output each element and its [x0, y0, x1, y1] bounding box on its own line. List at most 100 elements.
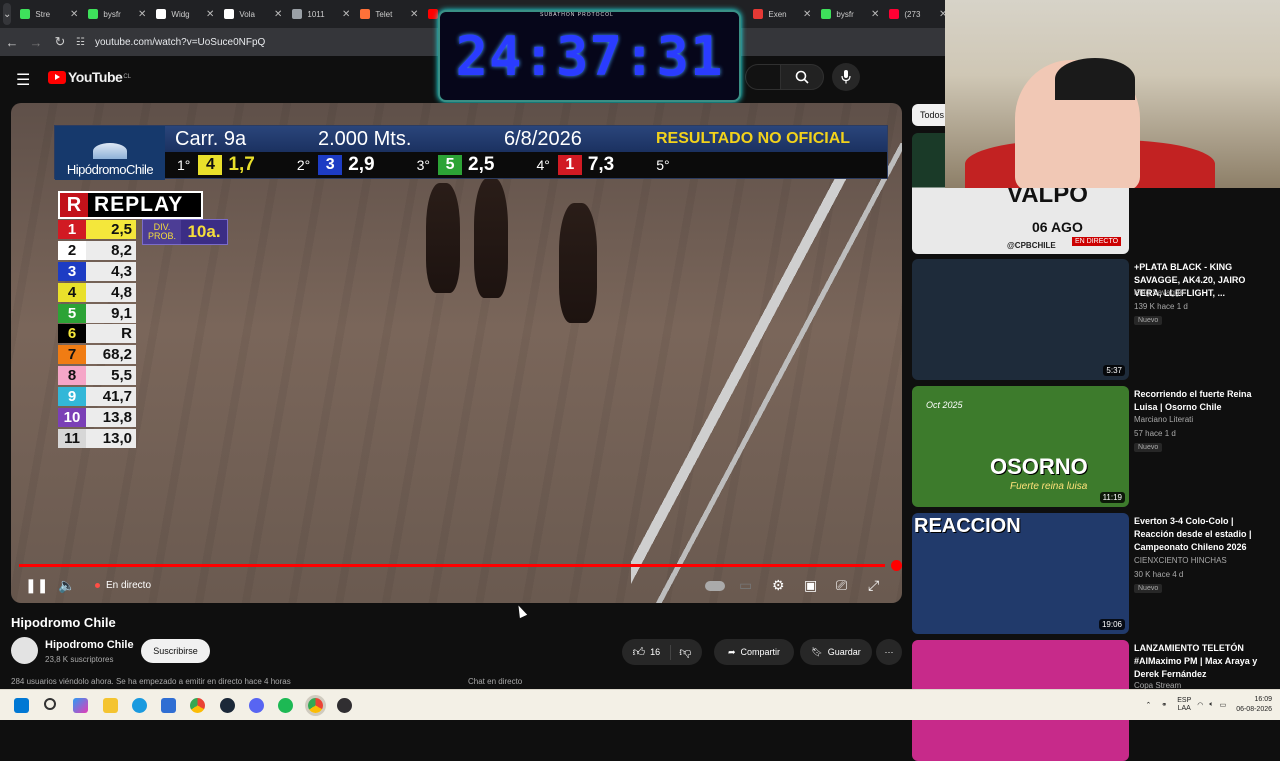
tab-close-icon[interactable]: ✕ — [138, 9, 146, 20]
tab-favicon-icon — [753, 9, 764, 19]
browser-tab[interactable]: Stre ✕ — [15, 0, 83, 28]
battery-icon[interactable]: ▭ — [1220, 701, 1227, 709]
file-explorer-icon[interactable] — [103, 698, 118, 713]
recommendation-item[interactable]: REACCION 19:06 Everton 3-4 Colo-Colo | Rea… — [912, 513, 1280, 634]
tab-close-icon[interactable]: ✕ — [274, 9, 282, 20]
div-prob-value: 10a. — [181, 220, 227, 244]
menu-icon[interactable]: ☰ — [16, 70, 30, 90]
bookmark-icon: 🔖︎ — [811, 646, 823, 657]
recommendation-item[interactable]: 5:37 +PLATA BLACK - KING SAVAGGE, AK4.20,… — [912, 259, 1280, 380]
spotify-icon[interactable] — [278, 698, 293, 713]
language-indicator[interactable]: ESP LAA — [1177, 697, 1191, 713]
browser-tab[interactable]: bysfr ✕ — [83, 0, 151, 28]
wifi-icon[interactable]: ◠ — [1197, 701, 1203, 709]
mouse-cursor — [514, 603, 528, 619]
tab-close-icon[interactable]: ✕ — [342, 9, 350, 20]
live-badge[interactable]: En directo — [95, 580, 151, 591]
url-field[interactable]: youtube.com/watch?v=UoSuce0NFpQ — [95, 37, 265, 48]
tab-close-icon[interactable]: ✕ — [871, 9, 879, 20]
chrome-icon[interactable] — [190, 698, 205, 713]
recommendation-title[interactable]: LANZAMIENTO TELETÓN #AlMaximo PM | Max A… — [1134, 642, 1274, 681]
discord-icon[interactable] — [249, 698, 264, 713]
browser-tab[interactable]: Vola ✕ — [219, 0, 287, 28]
store-icon[interactable] — [161, 698, 176, 713]
live-chat-label[interactable]: Chat en directo — [468, 677, 522, 686]
recommendation-channel[interactable]: King Savagge — [1134, 288, 1184, 297]
tab-favicon-icon — [224, 9, 235, 19]
pause-icon[interactable]: ❚❚ — [25, 577, 48, 594]
taskbar: ⌃ ⚭ ESP LAA ◠ 🔈︎ ▭ 16:09 06-08-2026 — [0, 689, 1280, 720]
copilot-icon[interactable] — [73, 698, 88, 713]
edge-icon[interactable] — [132, 698, 147, 713]
volume-icon[interactable]: 🔈 — [58, 577, 75, 594]
back-icon[interactable]: ← — [0, 35, 24, 50]
cast-icon[interactable]: ⎚ — [836, 577, 847, 594]
video-player[interactable]: HipódromoChile Carr. 9a 2.000 Mts. 6/8/2… — [11, 103, 902, 603]
tab-close-icon[interactable]: ✕ — [206, 9, 214, 20]
search-button[interactable] — [780, 64, 824, 90]
chrome-active-icon[interactable] — [308, 698, 323, 713]
recommendation-channel[interactable]: Marciano Literati — [1134, 415, 1193, 424]
save-label: Guardar — [827, 647, 861, 657]
recommendation-title[interactable]: Recorriendo el fuerte Reina Luisa | Osor… — [1134, 388, 1274, 414]
reload-icon[interactable]: ↻ — [48, 34, 72, 50]
horse-figure — [474, 178, 508, 298]
tab-close-icon[interactable]: ✕ — [803, 9, 811, 20]
tab-close-icon[interactable]: ✕ — [70, 9, 78, 20]
recommendation-item[interactable]: Oct 2025 OSORNO Fuerte reina luisa 11:19 Rec… — [912, 386, 1280, 507]
browser-tab[interactable]: Telet ✕ — [355, 0, 423, 28]
site-info-icon[interactable]: ☷ — [76, 37, 85, 48]
tab-label: Stre — [35, 9, 51, 19]
voice-search-button[interactable] — [832, 63, 860, 91]
progress-bar[interactable] — [19, 564, 886, 567]
browser-tab[interactable]: bysfr ✕ — [816, 0, 884, 28]
tab-close-icon[interactable]: ✕ — [410, 9, 418, 20]
tab-search-button[interactable]: ⌄ — [3, 3, 12, 25]
odds-value: 5,5 — [86, 366, 136, 386]
steam-icon[interactable] — [220, 698, 235, 713]
subtitles-icon[interactable]: ▭ — [739, 577, 752, 594]
save-button[interactable]: 🔖︎ Guardar — [800, 639, 872, 665]
placing-position: 3° — [416, 157, 431, 173]
channel-avatar[interactable] — [11, 637, 38, 664]
search-icon[interactable] — [44, 698, 56, 710]
tab-label: bysfr — [836, 9, 854, 19]
odds-row: 6R — [58, 323, 139, 344]
recommendation-channel[interactable]: CIENXCIENTO HINCHAS — [1134, 556, 1227, 565]
subscribe-button[interactable]: Suscribirse — [141, 639, 210, 663]
youtube-logo[interactable]: YouTube CL — [48, 69, 131, 85]
browser-tab[interactable]: Exen ✕ — [748, 0, 816, 28]
windows-start-icon[interactable] — [14, 698, 29, 713]
obs-icon[interactable] — [337, 698, 352, 713]
odds-row: 2 8,2 — [58, 240, 139, 261]
share-button[interactable]: ➦ Compartir — [714, 639, 794, 665]
browser-tab[interactable]: (273 ✕ — [884, 0, 952, 28]
settings-gear-icon[interactable]: ⚙ — [772, 577, 785, 594]
thumbs-down-icon[interactable]: 👎︎ — [679, 645, 691, 660]
fullscreen-icon[interactable]: ⤢ — [868, 577, 879, 594]
clock[interactable]: 16:09 06-08-2026 — [1236, 695, 1272, 715]
forward-icon[interactable]: → — [24, 35, 48, 50]
recommendation-item[interactable]: LANZAMIENTO TELETÓN #AlMaximo PM | Max A… — [912, 640, 1280, 761]
browser-tab[interactable]: 1011 ✕ — [287, 0, 355, 28]
recommendation-title[interactable]: Everton 3-4 Colo-Colo | Reacción desde e… — [1134, 515, 1274, 554]
progress-knob[interactable] — [891, 560, 902, 571]
tray-chevron-icon[interactable]: ⌃ — [1145, 701, 1151, 709]
like-button[interactable]: 👍︎ 16 — [633, 644, 672, 660]
recommendation-thumbnail: Oct 2025 OSORNO Fuerte reina luisa 11:19 — [912, 386, 1129, 507]
miniplayer-icon[interactable]: ▣ — [804, 577, 817, 594]
odds-horse-number: 3 — [58, 261, 86, 281]
network-icon[interactable]: ⚭ — [1161, 701, 1167, 709]
channel-name[interactable]: Hipodromo Chile — [45, 639, 134, 651]
volume-tray-icon[interactable]: 🔈︎ — [1209, 701, 1213, 709]
tab-label: Exen — [768, 9, 787, 19]
autoplay-toggle[interactable] — [705, 581, 725, 591]
timer-title: SUBATHON PROTOCOL — [540, 12, 614, 18]
search-input[interactable] — [745, 64, 780, 90]
browser-tab[interactable]: Widg ✕ — [151, 0, 219, 28]
more-actions-button[interactable]: ··· — [876, 639, 902, 665]
odds-horse-number: 9 — [58, 387, 86, 407]
odds-horse-number: 8 — [58, 366, 86, 386]
like-dislike-group: 👍︎ 16 👎︎ — [622, 639, 702, 665]
tab-favicon-icon — [821, 9, 832, 19]
